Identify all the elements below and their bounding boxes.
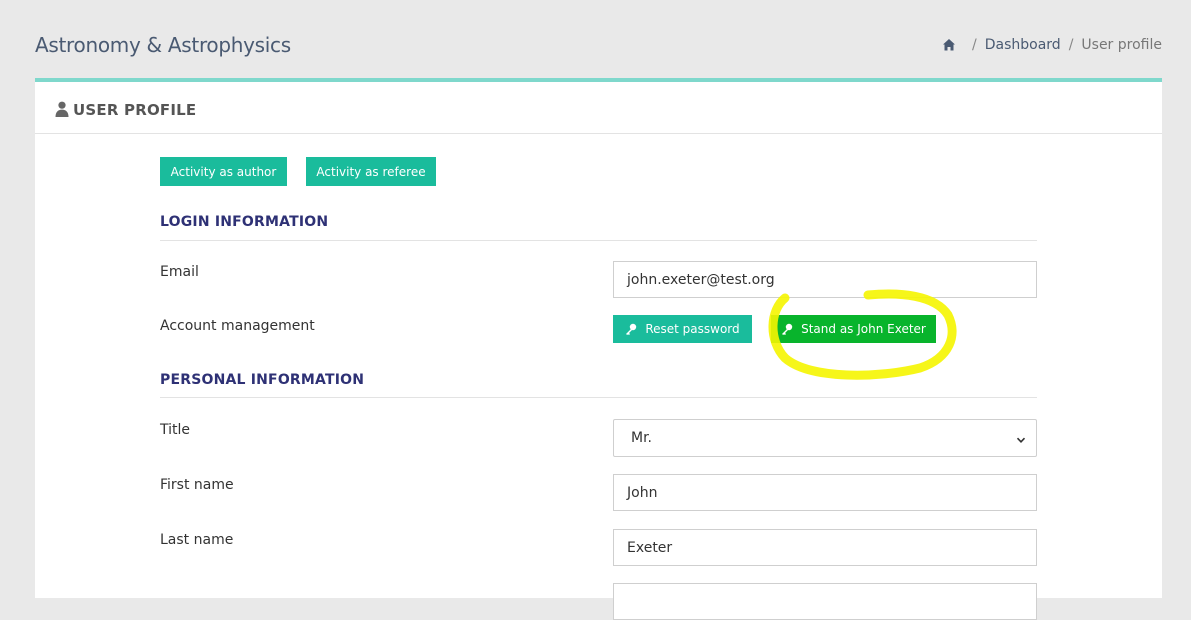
activity-as-author-button[interactable]: Activity as author bbox=[160, 157, 287, 186]
home-icon[interactable] bbox=[942, 38, 956, 52]
personal-section-title: PERSONAL INFORMATION bbox=[160, 372, 365, 388]
last-name-label: Last name bbox=[160, 532, 234, 548]
card-title: USER PROFILE bbox=[73, 101, 197, 119]
user-profile-card: USER PROFILE Activity as author Activity… bbox=[35, 78, 1162, 620]
account-management-label: Account management bbox=[160, 318, 315, 334]
key-icon bbox=[625, 323, 637, 335]
breadcrumb-separator: / bbox=[972, 37, 977, 53]
key-icon bbox=[781, 323, 793, 335]
email-field[interactable]: john.exeter@test.org bbox=[613, 261, 1037, 298]
email-label: Email bbox=[160, 264, 199, 280]
breadcrumb: / Dashboard / User profile bbox=[942, 37, 1162, 53]
title-select[interactable]: Mr. bbox=[613, 419, 1037, 457]
app-title: Astronomy & Astrophysics bbox=[35, 33, 291, 57]
reset-password-button[interactable]: Reset password bbox=[613, 315, 752, 343]
first-name-label: First name bbox=[160, 477, 234, 493]
chevron-down-icon bbox=[1016, 433, 1026, 443]
reset-password-label: Reset password bbox=[645, 322, 740, 336]
section-divider bbox=[160, 240, 1037, 241]
first-name-value: John bbox=[627, 484, 658, 501]
title-label: Title bbox=[160, 422, 191, 438]
last-name-field[interactable]: Exeter bbox=[613, 529, 1037, 566]
section-divider bbox=[160, 397, 1037, 398]
user-icon bbox=[55, 101, 69, 117]
breadcrumb-dashboard-link[interactable]: Dashboard bbox=[985, 37, 1061, 53]
last-name-value: Exeter bbox=[627, 539, 673, 556]
activity-as-referee-button[interactable]: Activity as referee bbox=[306, 157, 436, 186]
stand-as-user-button[interactable]: Stand as John Exeter bbox=[771, 315, 936, 343]
card-header: USER PROFILE bbox=[35, 82, 1162, 134]
stand-as-user-label: Stand as John Exeter bbox=[801, 322, 926, 336]
breadcrumb-current-page: User profile bbox=[1081, 37, 1162, 53]
title-selected-value: Mr. bbox=[631, 430, 652, 446]
next-field[interactable] bbox=[613, 583, 1037, 620]
top-bar: Astronomy & Astrophysics / Dashboard / U… bbox=[0, 0, 1191, 78]
email-value: john.exeter@test.org bbox=[627, 271, 775, 288]
first-name-field[interactable]: John bbox=[613, 474, 1037, 511]
breadcrumb-separator: / bbox=[1068, 37, 1074, 53]
login-section-title: LOGIN INFORMATION bbox=[160, 214, 329, 230]
